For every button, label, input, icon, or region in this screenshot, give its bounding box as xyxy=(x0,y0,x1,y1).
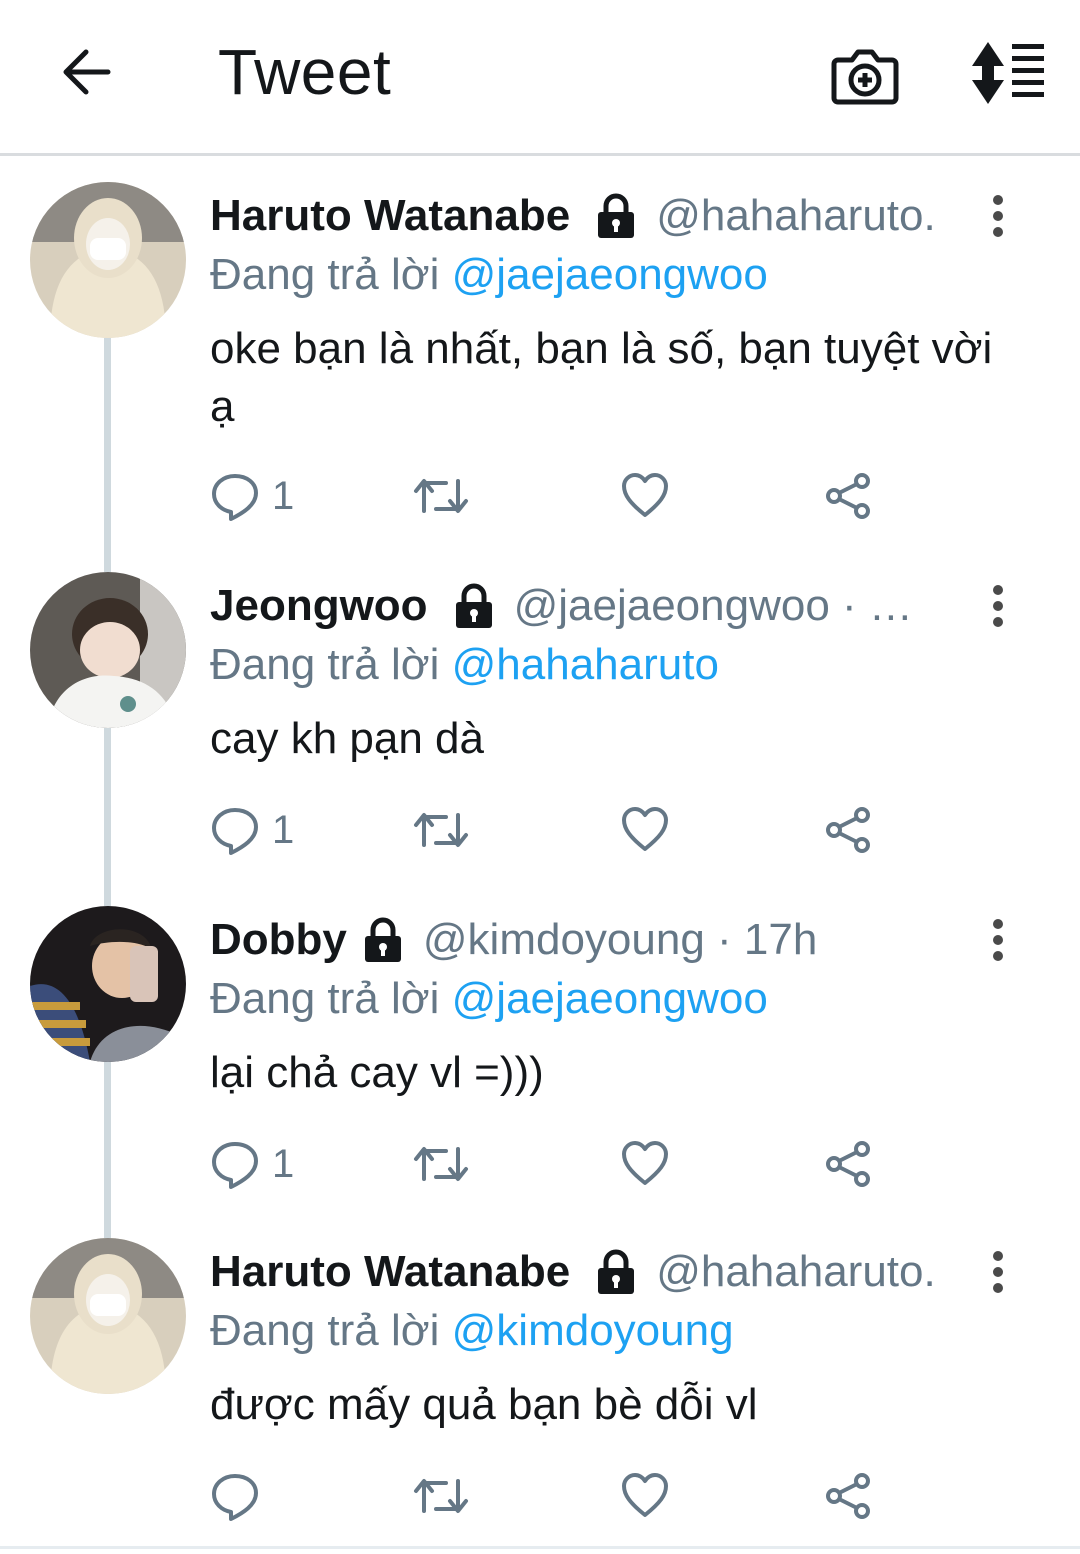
share-button[interactable] xyxy=(824,466,874,526)
reply-prefix: Đang trả lời xyxy=(210,974,440,1023)
like-button[interactable] xyxy=(620,1134,670,1194)
avatar[interactable] xyxy=(30,1238,186,1394)
back-arrow-icon xyxy=(63,49,111,95)
sort-icon xyxy=(972,42,1044,104)
like-button[interactable] xyxy=(620,466,670,526)
more-vertical-icon[interactable] xyxy=(980,1242,1020,1302)
reply-mention-link[interactable]: @jaejaeongwoo xyxy=(452,974,768,1023)
share-icon xyxy=(826,807,870,853)
lock-icon xyxy=(598,1249,635,1294)
retweet-icon xyxy=(414,1479,468,1513)
tweet-header: Jeongwoo @jaejaeongwoo · … xyxy=(210,576,980,636)
more-vertical-icon[interactable] xyxy=(980,910,1020,970)
handle[interactable]: @jaejaeongwoo · … xyxy=(514,581,913,631)
reply-mention-link[interactable]: @hahaharuto xyxy=(452,640,719,689)
replying-to: Đang trả lời @jaejaeongwoo xyxy=(210,974,768,1024)
tweet-actions: 1 xyxy=(210,800,910,860)
reply-count: 1 xyxy=(272,807,295,852)
share-icon xyxy=(826,473,870,519)
reply-icon xyxy=(212,1474,258,1521)
like-button[interactable] xyxy=(620,1466,670,1526)
add-photo-button[interactable] xyxy=(830,38,900,108)
replying-to: Đang trả lời @kimdoyoung xyxy=(210,1306,734,1356)
tweet-text: được mấy quả bạn bè dỗi vl xyxy=(210,1380,758,1429)
page-title: Tweet xyxy=(218,36,392,108)
like-icon xyxy=(622,1473,668,1517)
reply-count: 1 xyxy=(272,473,295,518)
retweet-icon xyxy=(414,1147,468,1181)
reply-button[interactable]: 1 xyxy=(210,466,294,526)
share-icon xyxy=(826,1141,870,1187)
display-name[interactable]: Dobby xyxy=(210,915,347,965)
share-icon xyxy=(826,1473,870,1519)
bottom-divider xyxy=(0,1546,1080,1549)
reply-prefix: Đang trả lời xyxy=(210,250,440,299)
reply-prefix: Đang trả lời xyxy=(210,640,440,689)
handle[interactable]: @kimdoyoung · 17h xyxy=(423,915,817,965)
reply-button[interactable]: 1 xyxy=(210,800,294,860)
thread-connector xyxy=(104,728,111,906)
more-vertical-icon[interactable] xyxy=(980,186,1020,246)
tweet-actions: 1 xyxy=(210,1134,910,1194)
reply-icon xyxy=(212,1142,258,1189)
retweet-icon xyxy=(414,479,468,513)
reply-button[interactable]: 1 xyxy=(210,1134,294,1194)
handle[interactable]: @hahaharuto. xyxy=(656,191,936,241)
back-button[interactable] xyxy=(54,40,118,104)
reply-mention-link[interactable]: @jaejaeongwoo xyxy=(452,250,768,299)
like-icon xyxy=(622,1141,668,1185)
camera-plus-icon xyxy=(831,49,899,105)
retweet-button[interactable] xyxy=(412,466,470,526)
display-name[interactable]: Haruto Watanabe xyxy=(210,1247,570,1297)
share-button[interactable] xyxy=(824,1466,874,1526)
like-icon xyxy=(622,473,668,517)
tweet-text: cay kh pạn dà xyxy=(210,714,484,763)
more-vertical-icon[interactable] xyxy=(980,576,1020,636)
avatar[interactable] xyxy=(30,906,186,1062)
handle[interactable]: @hahaharuto. xyxy=(656,1247,936,1297)
replying-to: Đang trả lời @jaejaeongwoo xyxy=(210,250,768,300)
retweet-button[interactable] xyxy=(412,1466,470,1526)
tweet-header: Dobby @kimdoyoung · 17h xyxy=(210,910,980,970)
avatar[interactable] xyxy=(30,182,186,338)
reply-button[interactable] xyxy=(210,1466,272,1526)
like-button[interactable] xyxy=(620,800,670,860)
share-button[interactable] xyxy=(824,1134,874,1194)
top-app-bar: Tweet xyxy=(0,0,1080,156)
tweet-header: Haruto Watanabe @hahaharuto. xyxy=(210,1242,980,1302)
replying-to: Đang trả lời @hahaharuto xyxy=(210,640,719,690)
lock-icon xyxy=(455,583,492,628)
retweet-button[interactable] xyxy=(412,1134,470,1194)
display-name[interactable]: Haruto Watanabe xyxy=(210,191,570,241)
reply-mention-link[interactable]: @kimdoyoung xyxy=(452,1306,734,1355)
avatar[interactable] xyxy=(30,572,186,728)
lock-icon xyxy=(364,917,401,962)
thread-connector xyxy=(104,1062,111,1238)
tweet-text: oke bạn là nhất, bạn là số, bạn tuyệt vờ… xyxy=(210,324,993,431)
like-icon xyxy=(622,807,668,851)
thread-connector xyxy=(104,338,111,572)
retweet-icon xyxy=(414,813,468,847)
tweet-text: lại chả cay vl =))) xyxy=(210,1048,544,1097)
tweet-actions xyxy=(210,1466,910,1526)
lock-icon xyxy=(598,193,635,238)
share-button[interactable] xyxy=(824,800,874,860)
reply-icon xyxy=(212,474,258,521)
retweet-button[interactable] xyxy=(412,800,470,860)
tweet-header: Haruto Watanabe @hahaharuto. xyxy=(210,186,980,246)
display-name[interactable]: Jeongwoo xyxy=(210,581,428,631)
reply-icon xyxy=(212,808,258,855)
sort-button[interactable] xyxy=(968,38,1048,108)
reply-count: 1 xyxy=(272,1141,295,1186)
tweet-actions: 1 xyxy=(210,466,910,526)
reply-prefix: Đang trả lời xyxy=(210,1306,440,1355)
